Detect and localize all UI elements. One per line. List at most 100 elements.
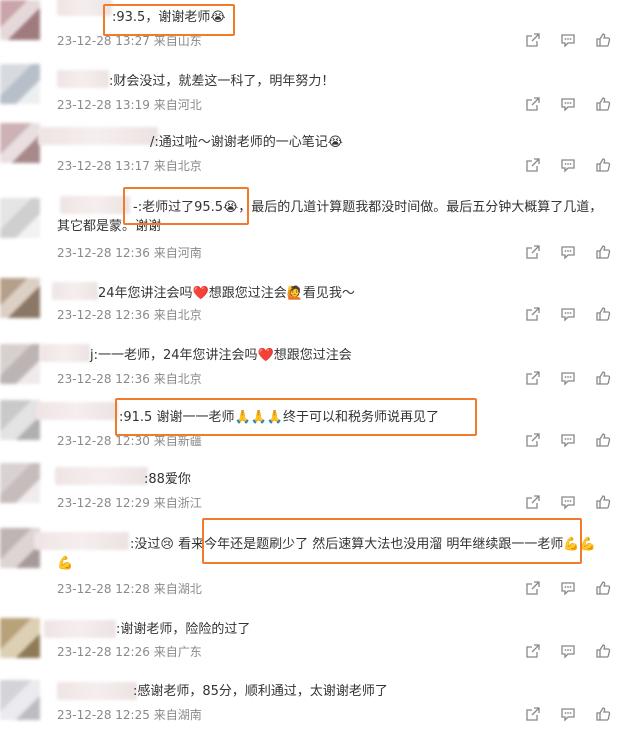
comment-actions (525, 706, 613, 724)
share-icon[interactable] (525, 157, 541, 173)
comment-item: /:通过啦～谢谢老师的一心笔记😭 23-12-28 13:17 来自北京 (0, 123, 619, 183)
share-icon[interactable] (525, 370, 541, 386)
comment-location: 来自北京 (153, 372, 202, 386)
avatar[interactable] (0, 400, 40, 440)
comment-actions (525, 370, 613, 388)
comment-item: :93.5，谢谢老师😭 23-12-28 13:27 来自山东 (0, 0, 619, 60)
username-blurred[interactable] (57, 70, 109, 88)
comment-icon[interactable] (560, 32, 576, 48)
share-icon[interactable] (525, 306, 541, 322)
comment-actions (525, 96, 613, 114)
comment-item: :财会没过，就差这一科了，明年努力！ 23-12-28 13:19 来自河北 (0, 64, 619, 124)
comment-actions (525, 244, 613, 262)
comment-text: :谢谢老师，险险的过了 (116, 622, 251, 637)
comment-date: 23-12-28 12:30 (57, 434, 150, 448)
thumbs-up-icon[interactable] (595, 643, 611, 659)
username-blurred[interactable] (57, 682, 137, 700)
share-icon[interactable] (525, 96, 541, 112)
share-icon[interactable] (525, 32, 541, 48)
share-icon[interactable] (525, 643, 541, 659)
share-icon[interactable] (525, 706, 541, 722)
comment-icon[interactable] (560, 706, 576, 722)
comment-text: -:老师过了95.5😭，最后的几道计算题我都没时间做。最后五分钟大概算了几道，其… (57, 200, 603, 234)
comment-date: 23-12-28 13:17 (57, 159, 150, 173)
comment-text: /:通过啦～谢谢老师的一心笔记😭 (150, 135, 343, 150)
comment-text: :88爱你 (144, 472, 191, 487)
comment-item: :感谢老师，85分，顺利通过，太谢谢老师了 23-12-28 12:25 来自湖… (0, 680, 619, 734)
thumbs-up-icon[interactable] (595, 706, 611, 722)
comment-icon[interactable] (560, 370, 576, 386)
comment-date: 23-12-28 12:36 (57, 308, 150, 322)
comment-text: j:一一老师，24年您讲注会吗❤️想跟您过注会 (90, 348, 352, 363)
comment-icon[interactable] (560, 580, 576, 596)
username-blurred[interactable] (38, 127, 158, 145)
username-blurred[interactable] (55, 467, 148, 485)
comment-icon[interactable] (560, 494, 576, 510)
comment-location: 来自新疆 (153, 434, 202, 448)
avatar[interactable] (0, 278, 40, 318)
comment-text: :感谢老师，85分，顺利通过，太谢谢老师了 (133, 684, 388, 699)
comment-date: 23-12-28 12:36 (57, 246, 150, 260)
username-blurred[interactable] (44, 620, 116, 638)
share-icon[interactable] (525, 244, 541, 260)
thumbs-up-icon[interactable] (595, 96, 611, 112)
username-blurred[interactable] (57, 0, 112, 16)
comment-actions (525, 494, 613, 512)
comment-actions (525, 432, 613, 450)
comment-date: 23-12-28 13:27 (57, 34, 150, 48)
comment-actions (525, 306, 613, 324)
comment-meta: 23-12-28 12:29 来自浙江 (57, 494, 202, 511)
comment-meta: 23-12-28 12:36 来自北京 (57, 306, 202, 323)
avatar[interactable] (0, 123, 40, 163)
comment-icon[interactable] (560, 643, 576, 659)
thumbs-up-icon[interactable] (595, 580, 611, 596)
share-icon[interactable] (525, 494, 541, 510)
comment-actions (525, 643, 613, 661)
avatar[interactable] (0, 198, 40, 238)
comment-location: 来自河北 (153, 98, 202, 112)
thumbs-up-icon[interactable] (595, 244, 611, 260)
comment-text: :93.5，谢谢老师😭 (112, 10, 226, 25)
comment-meta: 23-12-28 12:30 来自新疆 (57, 432, 202, 449)
avatar[interactable] (0, 344, 40, 384)
comment-text: :没过😢 看来今年还是题刷少了 然后速算大法也没用溜 明年继续跟一一老师💪💪💪 (57, 537, 596, 571)
share-icon[interactable] (525, 580, 541, 596)
thumbs-up-icon[interactable] (595, 432, 611, 448)
comment-date: 23-12-28 13:19 (57, 98, 150, 112)
comment-icon[interactable] (560, 432, 576, 448)
comment-item: 24年您讲注会吗❤️想跟您过注会🙋看见我～ 23-12-28 12:36 来自北… (0, 278, 619, 338)
avatar[interactable] (0, 618, 40, 658)
avatar[interactable] (0, 680, 40, 720)
comment-meta: 23-12-28 13:19 来自河北 (57, 96, 202, 113)
comment-item: :88爱你 23-12-28 12:29 来自浙江 (0, 463, 619, 523)
username-blurred[interactable] (40, 344, 90, 362)
comment-item: -:老师过了95.5😭，最后的几道计算题我都没时间做。最后五分钟大概算了几道，其… (0, 190, 619, 270)
thumbs-up-icon[interactable] (595, 370, 611, 386)
comment-icon[interactable] (560, 244, 576, 260)
comment-meta: 23-12-28 12:28 来自湖北 (57, 580, 202, 597)
avatar[interactable] (0, 463, 40, 503)
thumbs-up-icon[interactable] (595, 32, 611, 48)
comment-icon[interactable] (560, 96, 576, 112)
username-blurred[interactable] (52, 282, 98, 300)
thumbs-up-icon[interactable] (595, 306, 611, 322)
comment-location: 来自浙江 (153, 496, 202, 510)
comment-text: :财会没过，就差这一科了，明年努力！ (109, 74, 335, 89)
comment-meta: 23-12-28 12:26 来自广东 (57, 643, 202, 660)
comment-location: 来自山东 (153, 34, 202, 48)
avatar[interactable] (0, 0, 40, 40)
comment-location: 来自湖南 (153, 708, 202, 722)
comment-icon[interactable] (560, 157, 576, 173)
comment-meta: 23-12-28 12:36 来自北京 (57, 370, 202, 387)
thumbs-up-icon[interactable] (595, 494, 611, 510)
avatar[interactable] (0, 64, 40, 104)
comment-icon[interactable] (560, 306, 576, 322)
comment-item: :谢谢老师，险险的过了 23-12-28 12:26 来自广东 (0, 618, 619, 678)
comment-location: 来自北京 (153, 159, 202, 173)
share-icon[interactable] (525, 432, 541, 448)
comment-date: 23-12-28 12:29 (57, 496, 150, 510)
comment-actions (525, 157, 613, 175)
username-blurred[interactable] (36, 402, 118, 420)
comment-date: 23-12-28 12:26 (57, 645, 150, 659)
thumbs-up-icon[interactable] (595, 157, 611, 173)
